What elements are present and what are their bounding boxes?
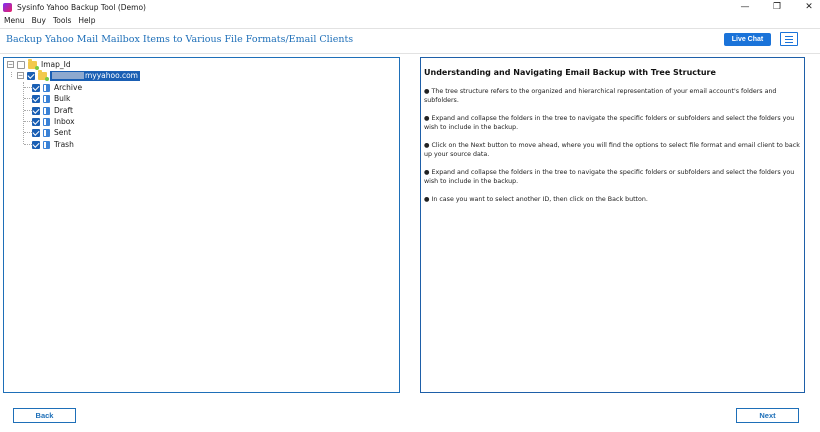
folder-icon <box>43 117 50 126</box>
menu-bar: Menu Buy Tools Help <box>0 15 96 27</box>
tree-connector <box>23 82 24 144</box>
menu-item-help[interactable]: Help <box>78 15 95 27</box>
back-button[interactable]: Back <box>13 408 76 423</box>
collapse-toggle-icon[interactable]: − <box>17 72 24 79</box>
folder-checkbox-trash[interactable] <box>32 140 40 149</box>
mail-folder-icon <box>28 58 39 70</box>
folder-label-archive[interactable]: Archive <box>54 83 82 92</box>
app-logo-icon <box>3 2 12 12</box>
folder-checkbox-bulk[interactable] <box>32 94 40 103</box>
minimize-icon[interactable]: — <box>740 0 750 14</box>
folder-checkbox-draft[interactable] <box>32 106 40 115</box>
window-title: Sysinfo Yahoo Backup Tool (Demo) <box>17 2 146 12</box>
menu-item-tools[interactable]: Tools <box>53 15 71 27</box>
collapse-toggle-icon[interactable]: − <box>7 61 14 68</box>
folder-tree-panel: − Imap_Id − myyahoo.com Archive Bulk Dra… <box>3 57 400 393</box>
tree-node-folder: Draft <box>29 105 73 116</box>
hamburger-line <box>785 38 793 40</box>
info-paragraph: ● In case you want to select another ID,… <box>424 196 648 203</box>
header-row: Backup Yahoo Mail Mailbox Items to Vario… <box>0 28 820 54</box>
close-icon[interactable]: ✕ <box>804 0 814 14</box>
menu-item-buy[interactable]: Buy <box>32 15 46 27</box>
folder-icon <box>43 106 50 115</box>
mail-account-icon <box>38 69 49 81</box>
info-paragraph: ● Click on the Next button to move ahead… <box>424 142 800 158</box>
info-paragraph: ● Expand and collapse the folders in the… <box>424 169 795 185</box>
folder-icon <box>43 128 50 137</box>
folder-label-bulk[interactable]: Bulk <box>54 94 70 103</box>
tree-node-folder: Archive <box>29 82 82 93</box>
account-label[interactable]: myyahoo.com <box>50 70 140 81</box>
folder-label-sent[interactable]: Sent <box>54 128 71 137</box>
folder-icon <box>43 94 50 103</box>
page-title: Backup Yahoo Mail Mailbox Items to Vario… <box>6 34 354 45</box>
account-checkbox[interactable] <box>27 71 35 80</box>
hamburger-menu-icon[interactable] <box>780 32 798 46</box>
tree-node-account: − myyahoo.com <box>17 69 140 81</box>
folder-icon <box>43 140 50 149</box>
tree-node-label[interactable]: Imap_Id <box>41 60 71 69</box>
folder-checkbox-archive[interactable] <box>32 83 40 92</box>
title-bar: Sysinfo Yahoo Backup Tool (Demo) — ❐ ✕ <box>0 0 820 14</box>
tree-node-folder: Bulk <box>29 93 70 104</box>
folder-checkbox-sent[interactable] <box>32 128 40 137</box>
hamburger-line <box>785 41 793 43</box>
restore-icon[interactable]: ❐ <box>772 0 782 14</box>
live-chat-button[interactable]: Live Chat <box>724 33 771 46</box>
app-window: Sysinfo Yahoo Backup Tool (Demo) — ❐ ✕ M… <box>0 0 820 432</box>
info-paragraph: ● Expand and collapse the folders in the… <box>424 115 795 131</box>
tree-node-folder: Trash <box>29 139 74 150</box>
info-paragraph: ● The tree structure refers to the organ… <box>424 88 777 104</box>
tree-connector <box>11 72 12 77</box>
root-checkbox[interactable] <box>17 60 25 69</box>
hamburger-line <box>785 35 793 37</box>
redacted-text <box>52 72 84 79</box>
folder-label-inbox[interactable]: Inbox <box>54 117 75 126</box>
folder-icon <box>43 83 50 92</box>
tree-node-folder: Inbox <box>29 116 75 127</box>
folder-label-trash[interactable]: Trash <box>54 140 74 149</box>
next-button[interactable]: Next <box>736 408 799 423</box>
tree-node-folder: Sent <box>29 127 71 138</box>
folder-checkbox-inbox[interactable] <box>32 117 40 126</box>
info-panel: Understanding and Navigating Email Backu… <box>420 57 805 393</box>
folder-label-draft[interactable]: Draft <box>54 106 73 115</box>
window-controls: — ❐ ✕ <box>740 0 814 14</box>
account-name: myyahoo.com <box>85 70 138 80</box>
menu-item-menu[interactable]: Menu <box>4 15 25 27</box>
info-title: Understanding and Navigating Email Backu… <box>424 68 716 77</box>
tree-node-root: − Imap_Id <box>7 58 71 70</box>
